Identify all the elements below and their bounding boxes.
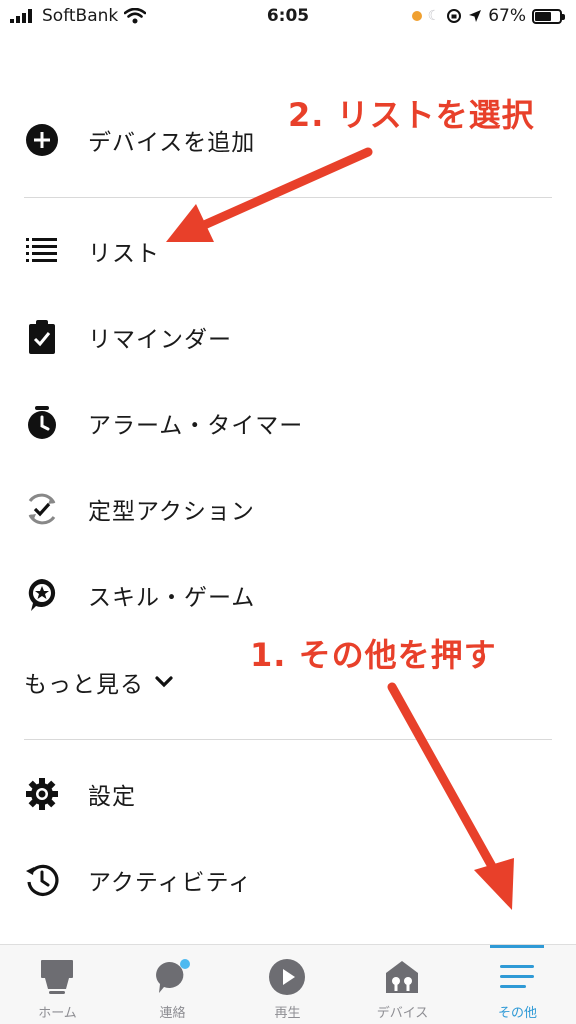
menu-item-list[interactable]: リスト xyxy=(0,221,576,281)
skill-badge-icon xyxy=(24,577,60,613)
status-right: ☾ 67% xyxy=(411,6,565,26)
tab-home[interactable]: ホーム xyxy=(0,945,115,1024)
annotation-step-2: 2. リストを選択 xyxy=(288,96,535,134)
battery-percent: 67% xyxy=(488,6,526,26)
list-icon xyxy=(24,233,60,269)
tab-label: ホーム xyxy=(38,1006,77,1021)
devices-icon xyxy=(382,957,422,997)
menu-icon xyxy=(497,957,537,997)
see-more-button[interactable]: もっと見る xyxy=(24,662,174,702)
chevron-down-icon xyxy=(155,676,173,688)
divider xyxy=(24,197,552,198)
routine-icon xyxy=(24,491,60,527)
menu-item-activity[interactable]: アクティビティ xyxy=(0,850,576,910)
menu-item-label: スキル・ゲーム xyxy=(88,585,256,611)
menu-item-label: リスト xyxy=(88,241,160,267)
divider xyxy=(24,739,552,740)
menu-item-label: 定型アクション xyxy=(88,499,255,525)
battery-level xyxy=(535,11,552,21)
location-icon xyxy=(469,10,482,22)
battery-icon xyxy=(532,8,565,24)
menu-item-label: デバイスを追加 xyxy=(88,130,256,156)
add-circle-icon xyxy=(24,122,60,158)
menu-item-label: アラーム・タイマー xyxy=(88,413,304,439)
annotation-step-1: 1. その他を押す xyxy=(250,636,497,674)
home-icon xyxy=(37,957,77,997)
recording-dot xyxy=(411,11,422,21)
status-bar: SoftBank 6:05 ☾ 67% xyxy=(0,0,576,34)
play-icon xyxy=(267,957,307,997)
chat-bubble-icon xyxy=(152,957,192,997)
tab-other[interactable]: その他 xyxy=(460,945,575,1024)
rotation-lock-icon xyxy=(447,9,462,23)
tab-contacts[interactable]: 連絡 xyxy=(115,945,230,1024)
tab-devices[interactable]: デバイス xyxy=(345,945,460,1024)
menu-item-routines[interactable]: 定型アクション xyxy=(0,479,576,539)
moon-icon: ☾ xyxy=(427,8,441,24)
menu-item-alarms-timers[interactable]: アラーム・タイマー xyxy=(0,393,576,453)
tab-label: 連絡 xyxy=(159,1006,186,1021)
menu-item-label: アクティビティ xyxy=(88,870,253,896)
tab-label: 再生 xyxy=(274,1006,301,1021)
tab-label: その他 xyxy=(497,1006,537,1021)
menu-item-skills-games[interactable]: スキル・ゲーム xyxy=(0,565,576,625)
menu-item-label: 設定 xyxy=(88,784,136,810)
menu-item-label: リマインダー xyxy=(88,327,232,353)
history-icon xyxy=(24,862,60,898)
tab-label: デバイス xyxy=(376,1006,429,1021)
alarm-clock-icon xyxy=(24,405,60,441)
gear-icon xyxy=(24,776,60,812)
clipboard-check-icon xyxy=(24,319,60,355)
tab-bar: ホーム 連絡 再生 デバイス その他 xyxy=(0,944,576,1024)
tab-play[interactable]: 再生 xyxy=(230,945,345,1024)
menu-item-settings[interactable]: 設定 xyxy=(0,764,576,824)
menu-item-reminders[interactable]: リマインダー xyxy=(0,307,576,367)
see-more-label: もっと見る xyxy=(24,672,144,698)
